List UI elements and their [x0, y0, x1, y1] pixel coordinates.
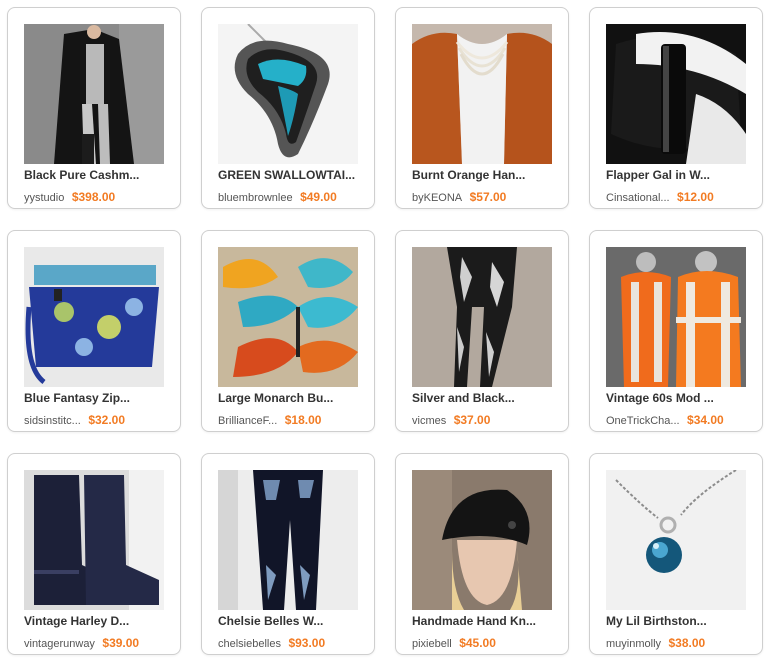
product-price: $49.00: [300, 190, 337, 204]
product-title[interactable]: GREEN SWALLOWTAI...: [218, 168, 363, 182]
product-meta: BrillianceF... $18.00: [218, 411, 368, 429]
orange-cardigans-image: [606, 247, 746, 387]
shop-name[interactable]: Cinsational...: [606, 192, 670, 204]
product-image[interactable]: [412, 470, 552, 610]
product-image[interactable]: [412, 24, 552, 164]
product-title[interactable]: Flapper Gal in W...: [606, 168, 751, 182]
product-price: $12.00: [677, 190, 714, 204]
shop-name[interactable]: BrillianceF...: [218, 415, 277, 427]
product-title[interactable]: Vintage 60s Mod ...: [606, 391, 751, 405]
product-price: $18.00: [284, 413, 322, 427]
product-price: $93.00: [288, 636, 326, 650]
blue-bag-image: [24, 247, 164, 387]
shop-name[interactable]: pixiebell: [412, 638, 452, 650]
product-price: $32.00: [88, 413, 126, 427]
leggings-image: [412, 247, 552, 387]
black-coat-image: [24, 24, 164, 164]
product-price: $37.00: [453, 413, 491, 427]
product-price: $45.00: [459, 636, 496, 650]
shop-name[interactable]: vicmes: [412, 415, 446, 427]
product-meta: pixiebell $45.00: [412, 634, 562, 652]
shop-name[interactable]: OneTrickCha...: [606, 415, 680, 427]
shop-name[interactable]: muyinmolly: [606, 638, 661, 650]
product-image[interactable]: [218, 470, 358, 610]
shop-name[interactable]: yystudio: [24, 192, 64, 204]
product-price: $57.00: [469, 190, 507, 204]
product-price: $38.00: [668, 636, 706, 650]
shop-name[interactable]: bluembrownlee: [218, 192, 293, 204]
knit-hat-image: [412, 470, 552, 610]
orange-shrug-image: [412, 24, 552, 164]
product-title[interactable]: Silver and Black...: [412, 391, 557, 405]
shop-name[interactable]: sidsinstitc...: [24, 415, 81, 427]
product-price: $34.00: [687, 413, 724, 427]
product-card[interactable]: Vintage 60s Mod ... OneTrickCha... $34.0…: [589, 230, 763, 432]
product-image[interactable]: [606, 470, 746, 610]
product-meta: OneTrickCha... $34.00: [606, 411, 756, 429]
product-image[interactable]: [24, 470, 164, 610]
product-card[interactable]: Chelsie Belles W... chelsiebelles $93.00: [201, 453, 375, 655]
product-meta: vintagerunway $39.00: [24, 634, 174, 652]
product-meta: muyinmolly $38.00: [606, 634, 756, 652]
product-title[interactable]: Burnt Orange Han...: [412, 168, 557, 182]
product-card[interactable]: Burnt Orange Han... byKEONA $57.00: [395, 7, 569, 209]
birthstone-necklace-image: [606, 470, 746, 610]
product-title[interactable]: Large Monarch Bu...: [218, 391, 363, 405]
product-card[interactable]: Silver and Black... vicmes $37.00: [395, 230, 569, 432]
product-image[interactable]: [218, 24, 358, 164]
embroidered-jeans-image: [218, 470, 358, 610]
product-meta: yystudio $398.00: [24, 188, 174, 206]
product-image[interactable]: [606, 247, 746, 387]
product-image[interactable]: [218, 247, 358, 387]
product-card[interactable]: Handmade Hand Kn... pixiebell $45.00: [395, 453, 569, 655]
product-card[interactable]: Large Monarch Bu... BrillianceF... $18.0…: [201, 230, 375, 432]
product-meta: bluembrownlee $49.00: [218, 188, 368, 206]
product-title[interactable]: Handmade Hand Kn...: [412, 614, 557, 628]
product-meta: chelsiebelles $93.00: [218, 634, 368, 652]
product-card[interactable]: Black Pure Cashm... yystudio $398.00: [7, 7, 181, 209]
product-price: $39.00: [102, 636, 140, 650]
product-title[interactable]: Blue Fantasy Zip...: [24, 391, 169, 405]
paper-butterflies-image: [218, 247, 358, 387]
product-meta: sidsinstitc... $32.00: [24, 411, 174, 429]
product-card[interactable]: Flapper Gal in W... Cinsational... $12.0…: [589, 7, 763, 209]
leather-boots-image: [24, 470, 164, 610]
product-image[interactable]: [606, 24, 746, 164]
product-title[interactable]: Chelsie Belles W...: [218, 614, 363, 628]
leather-cuff-image: [606, 24, 746, 164]
product-card[interactable]: GREEN SWALLOWTAI... bluembrownlee $49.00: [201, 7, 375, 209]
shop-name[interactable]: vintagerunway: [24, 638, 95, 650]
product-image[interactable]: [24, 247, 164, 387]
product-image[interactable]: [412, 247, 552, 387]
product-card[interactable]: My Lil Birthston... muyinmolly $38.00: [589, 453, 763, 655]
product-meta: vicmes $37.00: [412, 411, 562, 429]
product-card[interactable]: Vintage Harley D... vintagerunway $39.00: [7, 453, 181, 655]
product-meta: byKEONA $57.00: [412, 188, 562, 206]
product-meta: Cinsational... $12.00: [606, 188, 756, 206]
product-grid: Black Pure Cashm... yystudio $398.00 GRE…: [0, 0, 770, 663]
product-title[interactable]: Vintage Harley D...: [24, 614, 169, 628]
product-title[interactable]: Black Pure Cashm...: [24, 168, 169, 182]
product-card[interactable]: Blue Fantasy Zip... sidsinstitc... $32.0…: [7, 230, 181, 432]
product-image[interactable]: [24, 24, 164, 164]
shop-name[interactable]: byKEONA: [412, 192, 462, 204]
product-title[interactable]: My Lil Birthston...: [606, 614, 751, 628]
butterfly-pendant-image: [218, 24, 358, 164]
shop-name[interactable]: chelsiebelles: [218, 638, 281, 650]
product-price: $398.00: [71, 190, 116, 204]
